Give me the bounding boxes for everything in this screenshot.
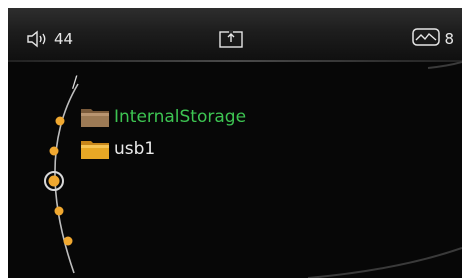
mmi-screen: 44 8 / InternalStorage usb1 (8, 8, 462, 278)
decorative-bezel (307, 61, 462, 278)
